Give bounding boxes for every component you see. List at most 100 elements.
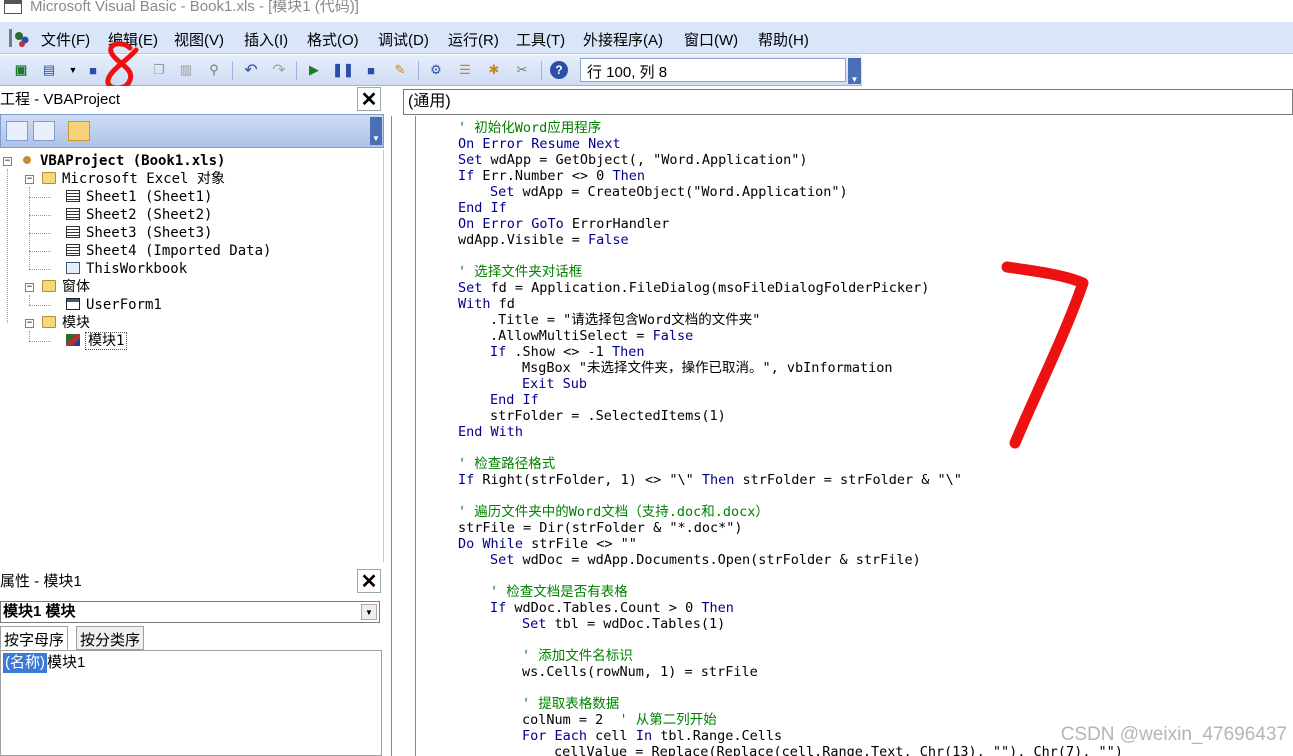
code-line[interactable]: On Error Resume Next [458,136,621,152]
tree-userform1[interactable]: UserForm1 [66,296,162,314]
menu-edit[interactable]: 编辑(E) [108,29,158,50]
code-line[interactable]: ' 遍历文件夹中的Word文档（支持.doc和.docx） [458,504,769,520]
toggle-folders-icon[interactable] [68,121,90,141]
redo-icon[interactable]: ↷ [270,61,288,79]
code-line[interactable]: If .Show <> -1 Then [490,344,644,360]
code-line[interactable]: ' 选择文件夹对话框 [458,264,582,280]
undo-icon[interactable]: ↶ [242,61,260,79]
menu-format[interactable]: 格式(O) [307,29,359,50]
code-line[interactable]: Set wdDoc = wdApp.Documents.Open(strFold… [490,552,921,568]
code-line[interactable]: If wdDoc.Tables.Count > 0 Then [490,600,734,616]
run-icon[interactable]: ▶ [305,61,323,79]
code-line[interactable]: cellValue = Replace(Replace(cell.Range.T… [554,744,1123,756]
menu-insert[interactable]: 插入(I) [244,29,288,50]
module-icon [66,334,80,346]
code-line[interactable]: wdApp.Visible = False [458,232,629,248]
code-line[interactable]: Exit Sub [522,376,587,392]
menu-addins[interactable]: 外接程序(A) [583,29,663,50]
project-close-icon[interactable]: ✕ [357,87,381,111]
collapse-excel-objects-icon[interactable]: − [25,175,34,184]
tree-forms-folder[interactable]: 窗体 [42,278,90,296]
code-line[interactable]: ' 初始化Word应用程序 [458,120,601,136]
code-line[interactable]: Set tbl = wdDoc.Tables(1) [522,616,725,632]
property-row-name[interactable]: (名称) 模块1 [3,653,85,673]
project-tree: − VBAProject (Book1.xls) − Microsoft Exc… [0,150,384,562]
code-line[interactable]: End If [490,392,539,408]
properties-close-icon[interactable]: ✕ [357,569,381,593]
design-mode-icon[interactable]: ✎ [391,61,409,79]
view-excel-icon[interactable]: ▣ [12,61,30,79]
collapse-project-icon[interactable]: − [3,157,12,166]
tree-sheet2[interactable]: Sheet2 (Sheet2) [66,206,212,224]
code-line[interactable]: If Err.Number <> 0 Then [458,168,645,184]
menu-debug[interactable]: 调试(D) [378,29,429,50]
menu-window[interactable]: 窗口(W) [684,29,738,50]
copy-icon[interactable]: ❐ [150,61,168,79]
code-line[interactable]: Set wdApp = GetObject(, "Word.Applicatio… [458,152,808,168]
app-icon [4,0,22,14]
properties-object-select[interactable]: 模块1 模块 ▼ [0,601,380,623]
code-line[interactable]: .AllowMultiSelect = False [490,328,693,344]
menu-tools[interactable]: 工具(T) [516,29,565,50]
find-icon[interactable]: ⚲ [205,61,223,79]
code-line[interactable]: End With [458,424,523,440]
code-line[interactable]: End If [458,200,507,216]
tree-thisworkbook[interactable]: ThisWorkbook [66,260,187,278]
procedure-select[interactable]: (通用) [403,89,1293,115]
break-icon[interactable]: ❚❚ [332,61,354,79]
properties-icon[interactable]: ☰ [456,61,474,79]
tree-sheet4[interactable]: Sheet4 (Imported Data) [66,242,271,260]
standard-toolbar: ▣ ▤ ▼ ■ ❐ ▥ ⚲ ↶ ↷ ▶ ❚❚ ■ ✎ ⚙ ☰ ✱ ✂ ? 行 1… [0,55,862,86]
code-line[interactable]: strFolder = .SelectedItems(1) [490,408,726,424]
code-line[interactable]: strFile = Dir(strFolder & "*.doc*") [458,520,742,536]
code-line[interactable]: MsgBox "未选择文件夹，操作已取消。", vbInformation [522,360,893,376]
tab-categorized[interactable]: 按分类序 [76,626,145,650]
code-line[interactable]: If Right(strFolder, 1) <> "\" Then strFo… [458,472,962,488]
code-line[interactable]: For Each cell In tbl.Range.Cells [522,728,782,744]
menu-file[interactable]: 文件(F) [41,29,90,50]
help-icon[interactable]: ? [550,61,568,79]
code-line[interactable]: ' 检查文档是否有表格 [490,584,628,600]
menu-view[interactable]: 视图(V) [174,29,224,50]
insert-dropdown-icon[interactable]: ▼ [64,61,82,79]
view-code-icon[interactable] [6,121,28,141]
tree-sheet3[interactable]: Sheet3 (Sheet3) [66,224,212,242]
code-line[interactable]: .Title = "请选择包含Word文档的文件夹" [490,312,760,328]
tree-module1[interactable]: 模块1 [66,332,128,350]
code-line[interactable]: With fd [458,296,515,312]
object-browser-icon[interactable]: ✱ [485,61,503,79]
menu-bar: 文件(F) 编辑(E) 视图(V) 插入(I) 格式(O) 调试(D) 运行(R… [0,22,1293,54]
tab-alphabetic[interactable]: 按字母序 [0,626,69,650]
toolbox-icon[interactable]: ✂ [513,61,531,79]
project-explorer-icon[interactable]: ⚙ [427,61,445,79]
code-margin[interactable] [392,116,416,756]
menu-run[interactable]: 运行(R) [448,29,499,50]
paste-icon[interactable]: ▥ [177,61,195,79]
tree-project-root[interactable]: VBAProject (Book1.xls) [20,152,225,170]
insert-module-icon[interactable]: ▤ [40,61,58,79]
tree-excel-objects[interactable]: Microsoft Excel 对象 [42,170,225,188]
code-line[interactable]: ' 添加文件名标识 [522,648,633,664]
tree-sheet1[interactable]: Sheet1 (Sheet1) [66,188,212,206]
code-line[interactable]: Set fd = Application.FileDialog(msoFileD… [458,280,929,296]
collapse-modules-icon[interactable]: − [25,319,34,328]
menu-help[interactable]: 帮助(H) [758,29,809,50]
chevron-down-icon[interactable]: ▼ [361,604,377,620]
code-line[interactable]: ' 提取表格数据 [522,696,619,712]
toolbar-options-icon[interactable]: ▼ [848,58,861,84]
save-icon[interactable]: ■ [84,61,102,79]
tree-modules-folder[interactable]: 模块 [42,314,90,332]
collapse-forms-icon[interactable]: − [25,283,34,292]
code-line[interactable]: colNum = 2 ' 从第二列开始 [522,712,717,728]
folder-icon [42,316,56,328]
code-line[interactable]: ws.Cells(rowNum, 1) = strFile [522,664,758,680]
code-line[interactable]: Set wdApp = CreateObject("Word.Applicati… [490,184,848,200]
code-line[interactable]: ' 检查路径格式 [458,456,555,472]
code-line[interactable]: Do While strFile <> "" [458,536,637,552]
code-editor[interactable]: ' 初始化Word应用程序 On Error Resume Next Set wdA… [391,116,1293,756]
watermark: CSDN @weixin_47696437 [1060,724,1287,745]
code-line[interactable]: On Error GoTo ErrorHandler [458,216,669,232]
project-toolbar-options-icon[interactable]: ▼ [370,117,382,145]
reset-icon[interactable]: ■ [362,61,380,79]
view-object-icon[interactable] [33,121,55,141]
